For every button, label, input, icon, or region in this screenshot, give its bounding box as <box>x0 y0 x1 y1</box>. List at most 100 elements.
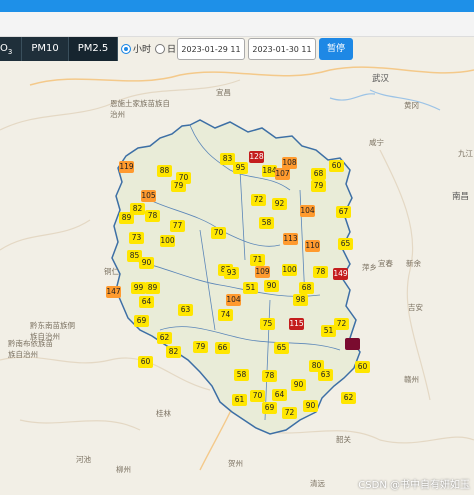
aqi-marker[interactable]: 64 <box>272 389 287 401</box>
aqi-marker[interactable]: 72 <box>334 318 349 330</box>
aqi-marker[interactable]: 78 <box>262 370 277 382</box>
city-label: 柳州 <box>116 465 131 474</box>
aqi-marker[interactable]: 79 <box>193 341 208 353</box>
radio-hour-label: 小时 <box>133 45 152 55</box>
aqi-marker[interactable]: 78 <box>145 210 160 222</box>
aqi-marker[interactable]: 90 <box>139 257 154 269</box>
aqi-marker[interactable]: 79 <box>171 180 186 192</box>
aqi-marker[interactable]: 77 <box>170 220 185 232</box>
pollutant-pm25-button[interactable]: PM2.5 <box>68 37 119 61</box>
radio-day[interactable]: 日 <box>155 42 176 55</box>
city-label: 贺州 <box>228 459 243 468</box>
aqi-marker[interactable]: 82 <box>130 203 145 215</box>
map-view[interactable]: 武汉 宜昌 黄冈 咸宁 九江 南昌 萍乡 宜春 新余 吉安 赣州 韶关 清远 贺… <box>0 62 474 495</box>
aqi-marker[interactable]: 100 <box>160 235 175 247</box>
aqi-marker[interactable]: 104 <box>226 294 241 306</box>
aqi-marker[interactable]: 62 <box>341 392 356 404</box>
aqi-marker[interactable]: 75 <box>260 318 275 330</box>
aqi-marker[interactable]: 66 <box>215 342 230 354</box>
aqi-marker[interactable]: 100 <box>282 264 297 276</box>
pollutant-pm10-button[interactable]: PM10 <box>22 37 69 61</box>
aqi-marker[interactable]: 98 <box>293 294 308 306</box>
city-label: 黄冈 <box>404 101 419 110</box>
aqi-marker[interactable]: 69 <box>262 402 277 414</box>
aqi-marker[interactable]: 69 <box>134 315 149 327</box>
city-label: 清远 <box>310 479 325 488</box>
aqi-marker[interactable]: 90 <box>264 280 279 292</box>
aqi-marker[interactable]: 63 <box>178 304 193 316</box>
aqi-marker[interactable]: 68 <box>299 282 314 294</box>
city-label: 桂林 <box>156 409 171 418</box>
aqi-marker[interactable]: 70 <box>211 227 226 239</box>
radio-hour-indicator[interactable] <box>121 43 131 54</box>
city-label: 吉安 <box>408 303 423 312</box>
aqi-marker[interactable]: 110 <box>305 240 320 252</box>
aqi-marker[interactable]: 115 <box>289 318 304 330</box>
aqi-marker[interactable]: 51 <box>243 282 258 294</box>
aqi-marker[interactable]: 60 <box>138 356 153 368</box>
aqi-marker[interactable]: 109 <box>255 266 270 278</box>
aqi-marker[interactable]: 92 <box>272 198 287 210</box>
aqi-marker[interactable]: 128 <box>249 151 264 163</box>
aqi-marker[interactable]: 74 <box>218 309 233 321</box>
aqi-marker[interactable]: 105 <box>141 190 156 202</box>
aqi-marker[interactable]: 58 <box>234 369 249 381</box>
aqi-marker[interactable]: 60 <box>329 160 344 172</box>
aqi-marker[interactable]: 64 <box>139 296 154 308</box>
top-header-bar <box>0 0 474 12</box>
aqi-marker[interactable]: 72 <box>282 407 297 419</box>
aqi-marker[interactable]: 78 <box>313 266 328 278</box>
city-label: 黔南布依族苗族自治州 <box>8 339 53 359</box>
aqi-marker[interactable]: 73 <box>129 232 144 244</box>
aqi-marker[interactable]: 107 <box>275 168 290 180</box>
aqi-marker[interactable]: 61 <box>232 394 247 406</box>
pause-button[interactable]: 暂停 <box>319 38 353 60</box>
toolbar-band <box>0 12 474 37</box>
aqi-marker[interactable]: 62 <box>157 332 172 344</box>
aqi-marker[interactable]: 58 <box>259 217 274 229</box>
aqi-marker[interactable]: 67 <box>336 206 351 218</box>
city-label: 宜春 <box>378 259 393 268</box>
radio-hour[interactable]: 小时 <box>121 42 151 55</box>
aqi-marker[interactable]: 90 <box>303 400 318 412</box>
aqi-marker[interactable]: 63 <box>318 369 333 381</box>
start-time-input[interactable]: 2023-01-29 11 <box>177 38 245 60</box>
radio-day-indicator[interactable] <box>155 43 165 54</box>
pollutant-selector: O3 PM10 PM2.5 <box>0 37 119 61</box>
city-label: 萍乡 <box>362 263 377 272</box>
aqi-marker[interactable]: 113 <box>283 233 298 245</box>
aqi-marker[interactable]: 93 <box>224 267 239 279</box>
city-label: 赣州 <box>404 375 419 384</box>
aqi-marker[interactable]: 79 <box>311 180 326 192</box>
pollutant-o3-button[interactable]: O3 <box>0 37 23 61</box>
city-label: 宜昌 <box>216 88 231 97</box>
aqi-marker[interactable]: 104 <box>300 205 315 217</box>
aqi-marker[interactable]: 147 <box>106 286 121 298</box>
aqi-marker[interactable]: 95 <box>233 162 248 174</box>
aqi-marker[interactable]: 149 <box>333 268 348 280</box>
aqi-marker[interactable]: 71 <box>250 254 265 266</box>
aqi-marker[interactable]: 82 <box>166 346 181 358</box>
aqi-marker[interactable]: 72 <box>251 194 266 206</box>
city-label: 恩施土家族苗族自治州 <box>110 99 170 119</box>
watermark: CSDN @书中自有妍如玉 <box>358 480 470 491</box>
aqi-marker[interactable]: 89 <box>145 282 160 294</box>
city-label: 南昌 <box>452 192 470 202</box>
aqi-marker[interactable]: 51 <box>321 325 336 337</box>
city-label: 新余 <box>406 259 421 268</box>
aqi-marker[interactable]: 99 <box>131 282 146 294</box>
city-label: 铜仁 <box>104 267 119 276</box>
aqi-marker[interactable]: 70 <box>250 390 265 402</box>
aqi-marker[interactable]: 119 <box>119 161 134 173</box>
end-time-input[interactable]: 2023-01-30 11 <box>248 38 316 60</box>
aqi-marker[interactable]: 88 <box>157 165 172 177</box>
city-label: 韶关 <box>336 435 351 444</box>
aqi-marker[interactable]: 60 <box>355 361 370 373</box>
aqi-marker[interactable]: 68 <box>311 168 326 180</box>
city-label: 九江 <box>458 149 473 158</box>
city-label: 武汉 <box>372 74 390 84</box>
aqi-marker[interactable]: 65 <box>274 342 289 354</box>
aqi-marker[interactable] <box>345 338 360 350</box>
aqi-marker[interactable]: 65 <box>338 238 353 250</box>
aqi-marker[interactable]: 90 <box>291 379 306 391</box>
